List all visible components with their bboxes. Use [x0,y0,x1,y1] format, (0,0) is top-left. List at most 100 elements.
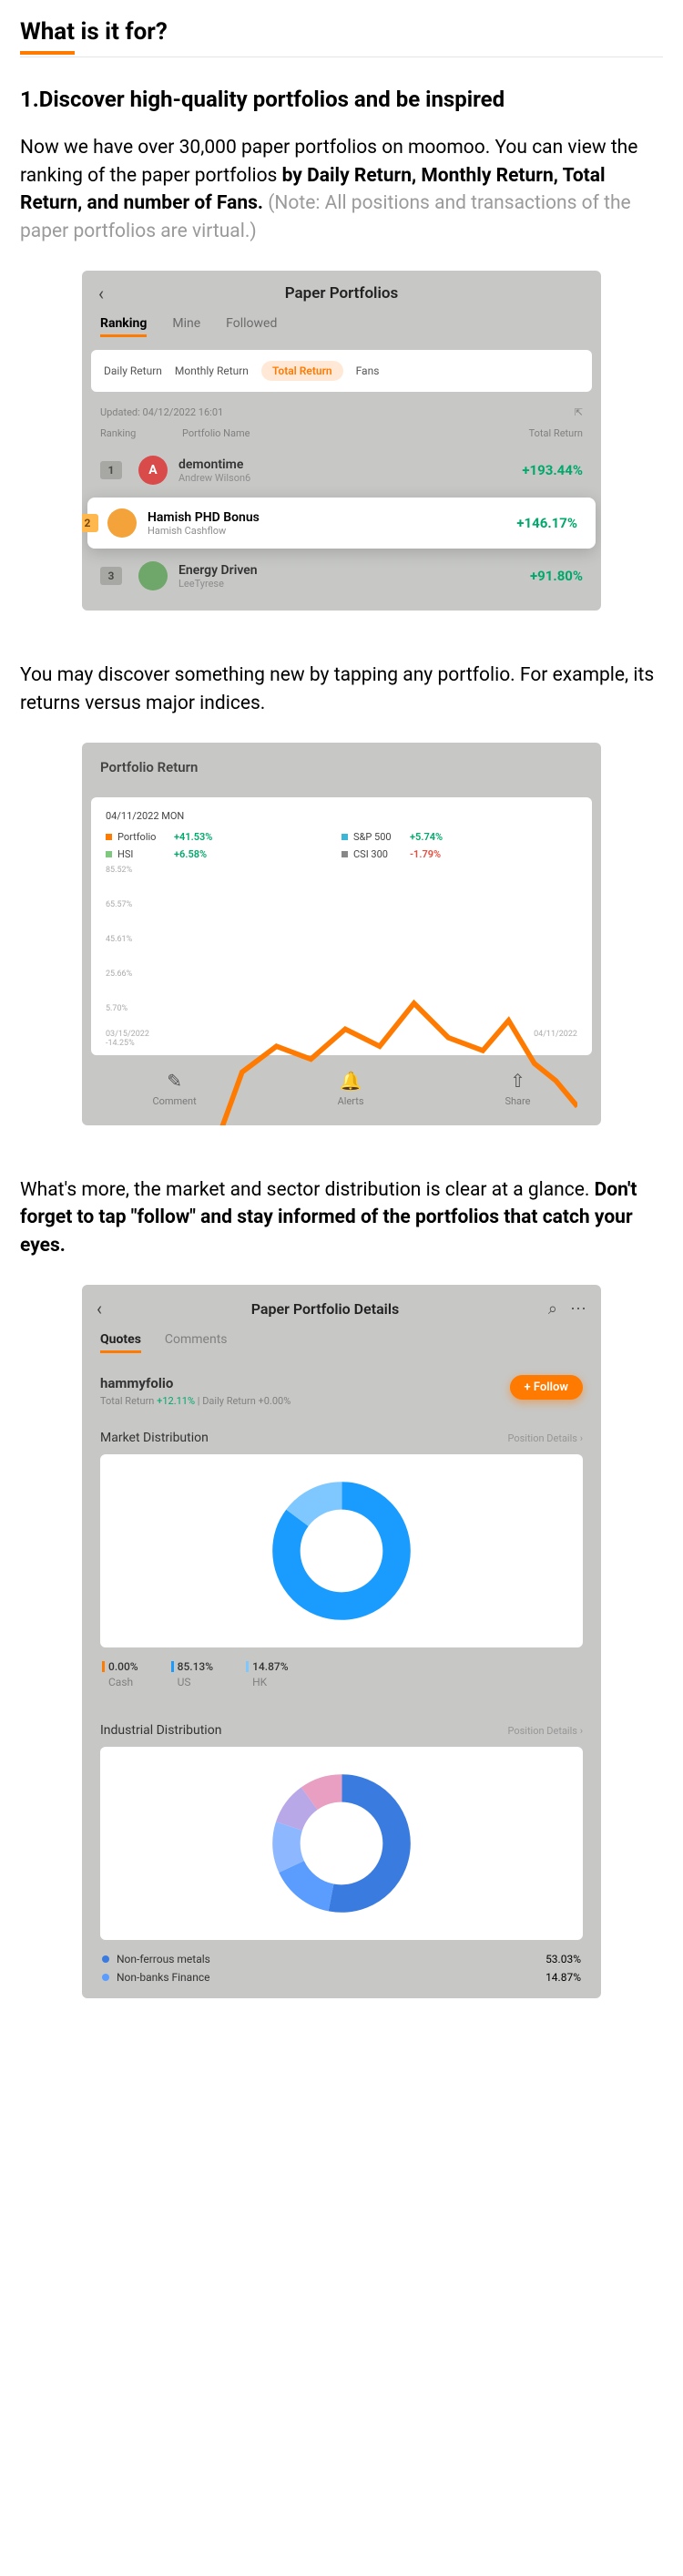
section-1-paragraph-2: You may discover something new by tappin… [20,662,663,717]
legend-value: 14.87% [252,1660,288,1673]
portfolio-return: +91.80% [483,568,583,584]
screenshot-portfolio-details: ‹ Paper Portfolio Details ⌕ ⋯ Quotes Com… [82,1285,601,1998]
portfolio-return: +146.17% [477,515,577,531]
legend-value: -1.79% [410,848,441,860]
legend-name: Non-banks Finance [117,1971,209,1984]
y-tick: 65.57% [106,900,135,935]
export-icon[interactable]: ⇱ [575,406,583,418]
filter-daily-return[interactable]: Daily Return [104,364,162,377]
daily-return-value: +0.00% [259,1395,291,1407]
market-legend: 0.00% Cash 85.13% US 14.87% HK [82,1647,601,1712]
chart-card: 04/11/2022 MON Portfolio +41.53% S&P 500… [91,797,592,1055]
rank-badge: 1 [100,461,122,479]
divider [20,56,663,57]
avatar [107,508,137,538]
portfolio-row-highlighted[interactable]: 2 Hamish PHD Bonus Hamish Cashflow +146.… [87,498,596,549]
position-details-link[interactable]: Position Details › [507,1432,583,1444]
industrial-distribution-title: Industrial Distribution [100,1723,221,1738]
x-tick: 04/11/2022 [534,1030,577,1039]
total-return-label: Total Return [100,1395,157,1407]
legend-label: HK [246,1676,288,1688]
tab-ranking[interactable]: Ranking [100,316,147,337]
portfolio-name: demontime [178,457,483,472]
legend-value: 53.03% [545,1953,581,1965]
portfolio-name: Energy Driven [178,563,483,578]
legend-value: 14.87% [545,1971,581,1984]
filter-total-return[interactable]: Total Return [261,361,343,381]
legend-row: Non-ferrous metals 53.03% [102,1953,581,1965]
col-total-return: Total Return [483,427,583,439]
y-tick: -14.25% [106,1039,135,1073]
section-1-title: 1.Discover high-quality portfolios and b… [20,85,663,114]
portfolio-author: Hamish Cashflow [148,525,477,537]
position-details-link[interactable]: Position Details › [507,1725,583,1737]
avatar [138,561,168,590]
legend-value: 85.13% [178,1660,213,1673]
y-tick: 85.52% [106,866,135,900]
portfolio-author: LeeTyrese [178,578,483,590]
screenshot-paper-portfolios: ‹ Paper Portfolios Ranking Mine Followed… [82,271,601,611]
legend-item: S&P 500 +5.74% [342,831,577,843]
title-underline [20,51,75,55]
portfolio-author: Andrew Wilson6 [178,472,483,484]
portfolio-return: +193.44% [483,462,583,478]
legend-label: Cash [102,1676,138,1688]
series-portfolio [148,1003,577,1125]
para3-pre: What's more, the market and sector distr… [20,1179,595,1201]
legend-item: CSI 300 -1.79% [342,848,577,860]
legend-row: Non-banks Finance 14.87% [102,1971,581,1984]
line-chart: 85.52% 65.57% 45.61% 25.66% 5.70% -14.25… [106,866,577,1039]
col-ranking: Ranking [100,427,182,439]
tab-comments[interactable]: Comments [165,1332,228,1353]
total-return-value: +12.11% [157,1395,195,1407]
tab-followed[interactable]: Followed [226,316,277,337]
legend-name: HSI [117,848,174,860]
legend-bar [102,1661,105,1672]
portfolio-row[interactable]: 3 Energy Driven LeeTyrese +91.80% [82,552,601,600]
follow-button[interactable]: + Follow [510,1375,583,1400]
screenshot-portfolio-return: Portfolio Return 04/11/2022 MON Portfoli… [82,743,601,1125]
legend-item: Portfolio +41.53% [106,831,342,843]
legend-item: 85.13% US [171,1660,213,1688]
legend-name: CSI 300 [353,848,410,860]
portfolio-row[interactable]: 1 A demontime Andrew Wilson6 +193.44% [82,446,601,494]
screen-title: Paper Portfolios [285,284,399,303]
legend-value: 0.00% [108,1660,138,1673]
chart-title: Portfolio Return [82,743,601,797]
legend-dot [342,834,348,840]
legend-value: +6.58% [174,848,207,860]
rank-badge: 3 [100,567,122,585]
col-portfolio-name: Portfolio Name [182,427,483,439]
legend-dot [102,1955,109,1963]
legend-item: 0.00% Cash [102,1660,138,1688]
legend-value: +41.53% [174,831,212,843]
search-icon[interactable]: ⌕ [548,1299,557,1319]
y-axis: 85.52% 65.57% 45.61% 25.66% 5.70% -14.25… [106,866,135,1073]
more-icon[interactable]: ⋯ [570,1299,586,1319]
tab-mine[interactable]: Mine [172,316,200,337]
updated-label: Updated: 04/12/2022 16:01 [100,406,223,418]
back-icon[interactable]: ‹ [98,282,104,304]
x-axis: 03/15/2022 04/11/2022 [106,1030,577,1039]
section-1-paragraph-1: Now we have over 30,000 paper portfolios… [20,134,663,245]
portfolio-name: hammyfolio [100,1375,291,1391]
filter-fans[interactable]: Fans [356,364,380,377]
chart-legend: Portfolio +41.53% S&P 500 +5.74% HSI +6.… [106,831,577,860]
stats-sep: | [195,1395,202,1407]
filter-monthly-return[interactable]: Monthly Return [175,364,249,377]
legend-label: US [171,1676,213,1688]
page-title: What is it for? [20,18,663,46]
portfolio-stats: Total Return +12.11% | Daily Return +0.0… [100,1395,291,1407]
portfolio-name: Hamish PHD Bonus [148,510,477,525]
legend-dot [102,1974,109,1981]
industrial-donut-chart [100,1747,583,1940]
tab-quotes[interactable]: Quotes [100,1332,141,1353]
daily-return-label: Daily Return [202,1395,258,1407]
section-1-paragraph-3: What's more, the market and sector distr… [20,1176,663,1259]
legend-name: S&P 500 [353,831,410,843]
y-tick: 25.66% [106,970,135,1004]
legend-dot [106,834,112,840]
chart-svg [148,866,577,1125]
legend-dot [342,851,348,857]
legend-dot [106,851,112,857]
